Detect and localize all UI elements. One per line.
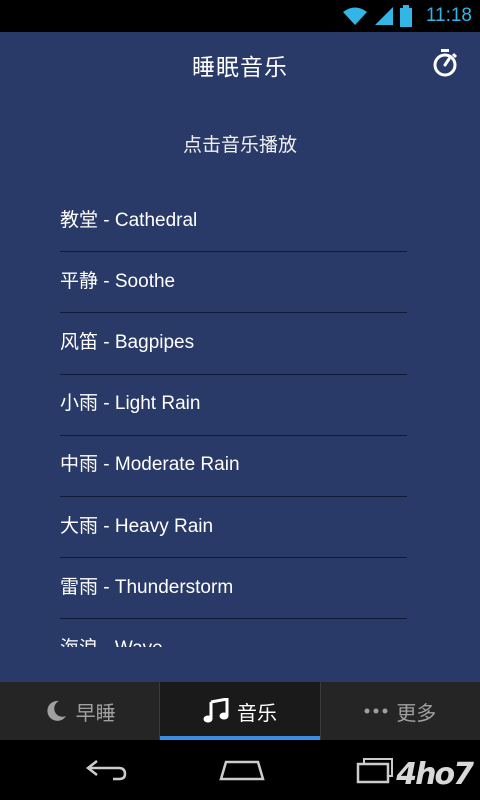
list-item-label: 风笛 - Bagpipes <box>60 331 195 353</box>
play-hint: 点击音乐播放 <box>182 134 297 156</box>
recent-apps-icon <box>357 758 394 784</box>
music-note-icon <box>203 698 229 723</box>
list-item-label: 教堂 - Cathedral <box>60 209 198 231</box>
list-item[interactable]: 平静 - Soothe <box>60 252 407 314</box>
list-item-label: 大雨 - Heavy Rain <box>60 515 214 537</box>
list-item-label: 雷雨 - Thunderstorm <box>60 576 234 598</box>
home-button[interactable] <box>218 758 266 782</box>
home-icon <box>219 760 265 781</box>
list-item-label: 中雨 - Moderate Rain <box>60 454 240 476</box>
list-item-label: 平静 - Soothe <box>60 270 176 292</box>
bottom-tab-bar: 早睡 音乐 更多 <box>0 682 480 740</box>
tab-music[interactable]: 音乐 <box>160 682 321 740</box>
back-button[interactable] <box>85 758 129 782</box>
recent-apps-button[interactable] <box>355 756 395 784</box>
tab-sleep[interactable]: 早睡 <box>0 682 161 740</box>
list-item[interactable]: 雷雨 - Thunderstorm <box>60 558 407 620</box>
timer-button[interactable] <box>430 48 460 78</box>
tab-label: 更多 <box>396 700 437 725</box>
status-bar: 11:18 <box>0 0 480 32</box>
list-item[interactable]: 海浪 - Wave <box>60 619 407 647</box>
list-item-label: 海浪 - Wave <box>60 633 163 647</box>
list-item[interactable]: 中雨 - Moderate Rain <box>60 436 407 497</box>
system-nav-bar: 4ho7 <box>0 740 480 800</box>
list-item[interactable]: 小雨 - Light Rain <box>60 375 407 436</box>
moon-icon <box>47 700 66 721</box>
battery-icon <box>399 5 412 27</box>
list-item-label: 小雨 - Light Rain <box>60 393 201 415</box>
signal-icon <box>374 6 394 26</box>
list-item[interactable]: 大雨 - Heavy Rain <box>60 497 407 559</box>
back-icon <box>85 760 126 781</box>
stopwatch-icon <box>433 49 458 77</box>
title-bar: 睡眠音乐 <box>0 32 480 96</box>
tab-label: 音乐 <box>236 700 277 725</box>
status-time: 11:18 <box>425 5 472 26</box>
tab-label: 早睡 <box>75 700 116 725</box>
app-screen: 睡眠音乐 点击音乐播放 教堂 - Cathedral 平静 - Soothe 风… <box>0 32 480 682</box>
more-dots-icon <box>364 708 388 714</box>
list-item[interactable]: 风笛 - Bagpipes <box>60 313 407 375</box>
tab-more[interactable]: 更多 <box>321 682 480 740</box>
wifi-icon <box>342 6 368 26</box>
list-item[interactable]: 教堂 - Cathedral <box>60 191 407 253</box>
page-title: 睡眠音乐 <box>192 55 288 81</box>
music-list[interactable]: 教堂 - Cathedral 平静 - Soothe 风笛 - Bagpipes… <box>60 191 407 647</box>
watermark-logo: 4ho7 <box>396 757 474 792</box>
